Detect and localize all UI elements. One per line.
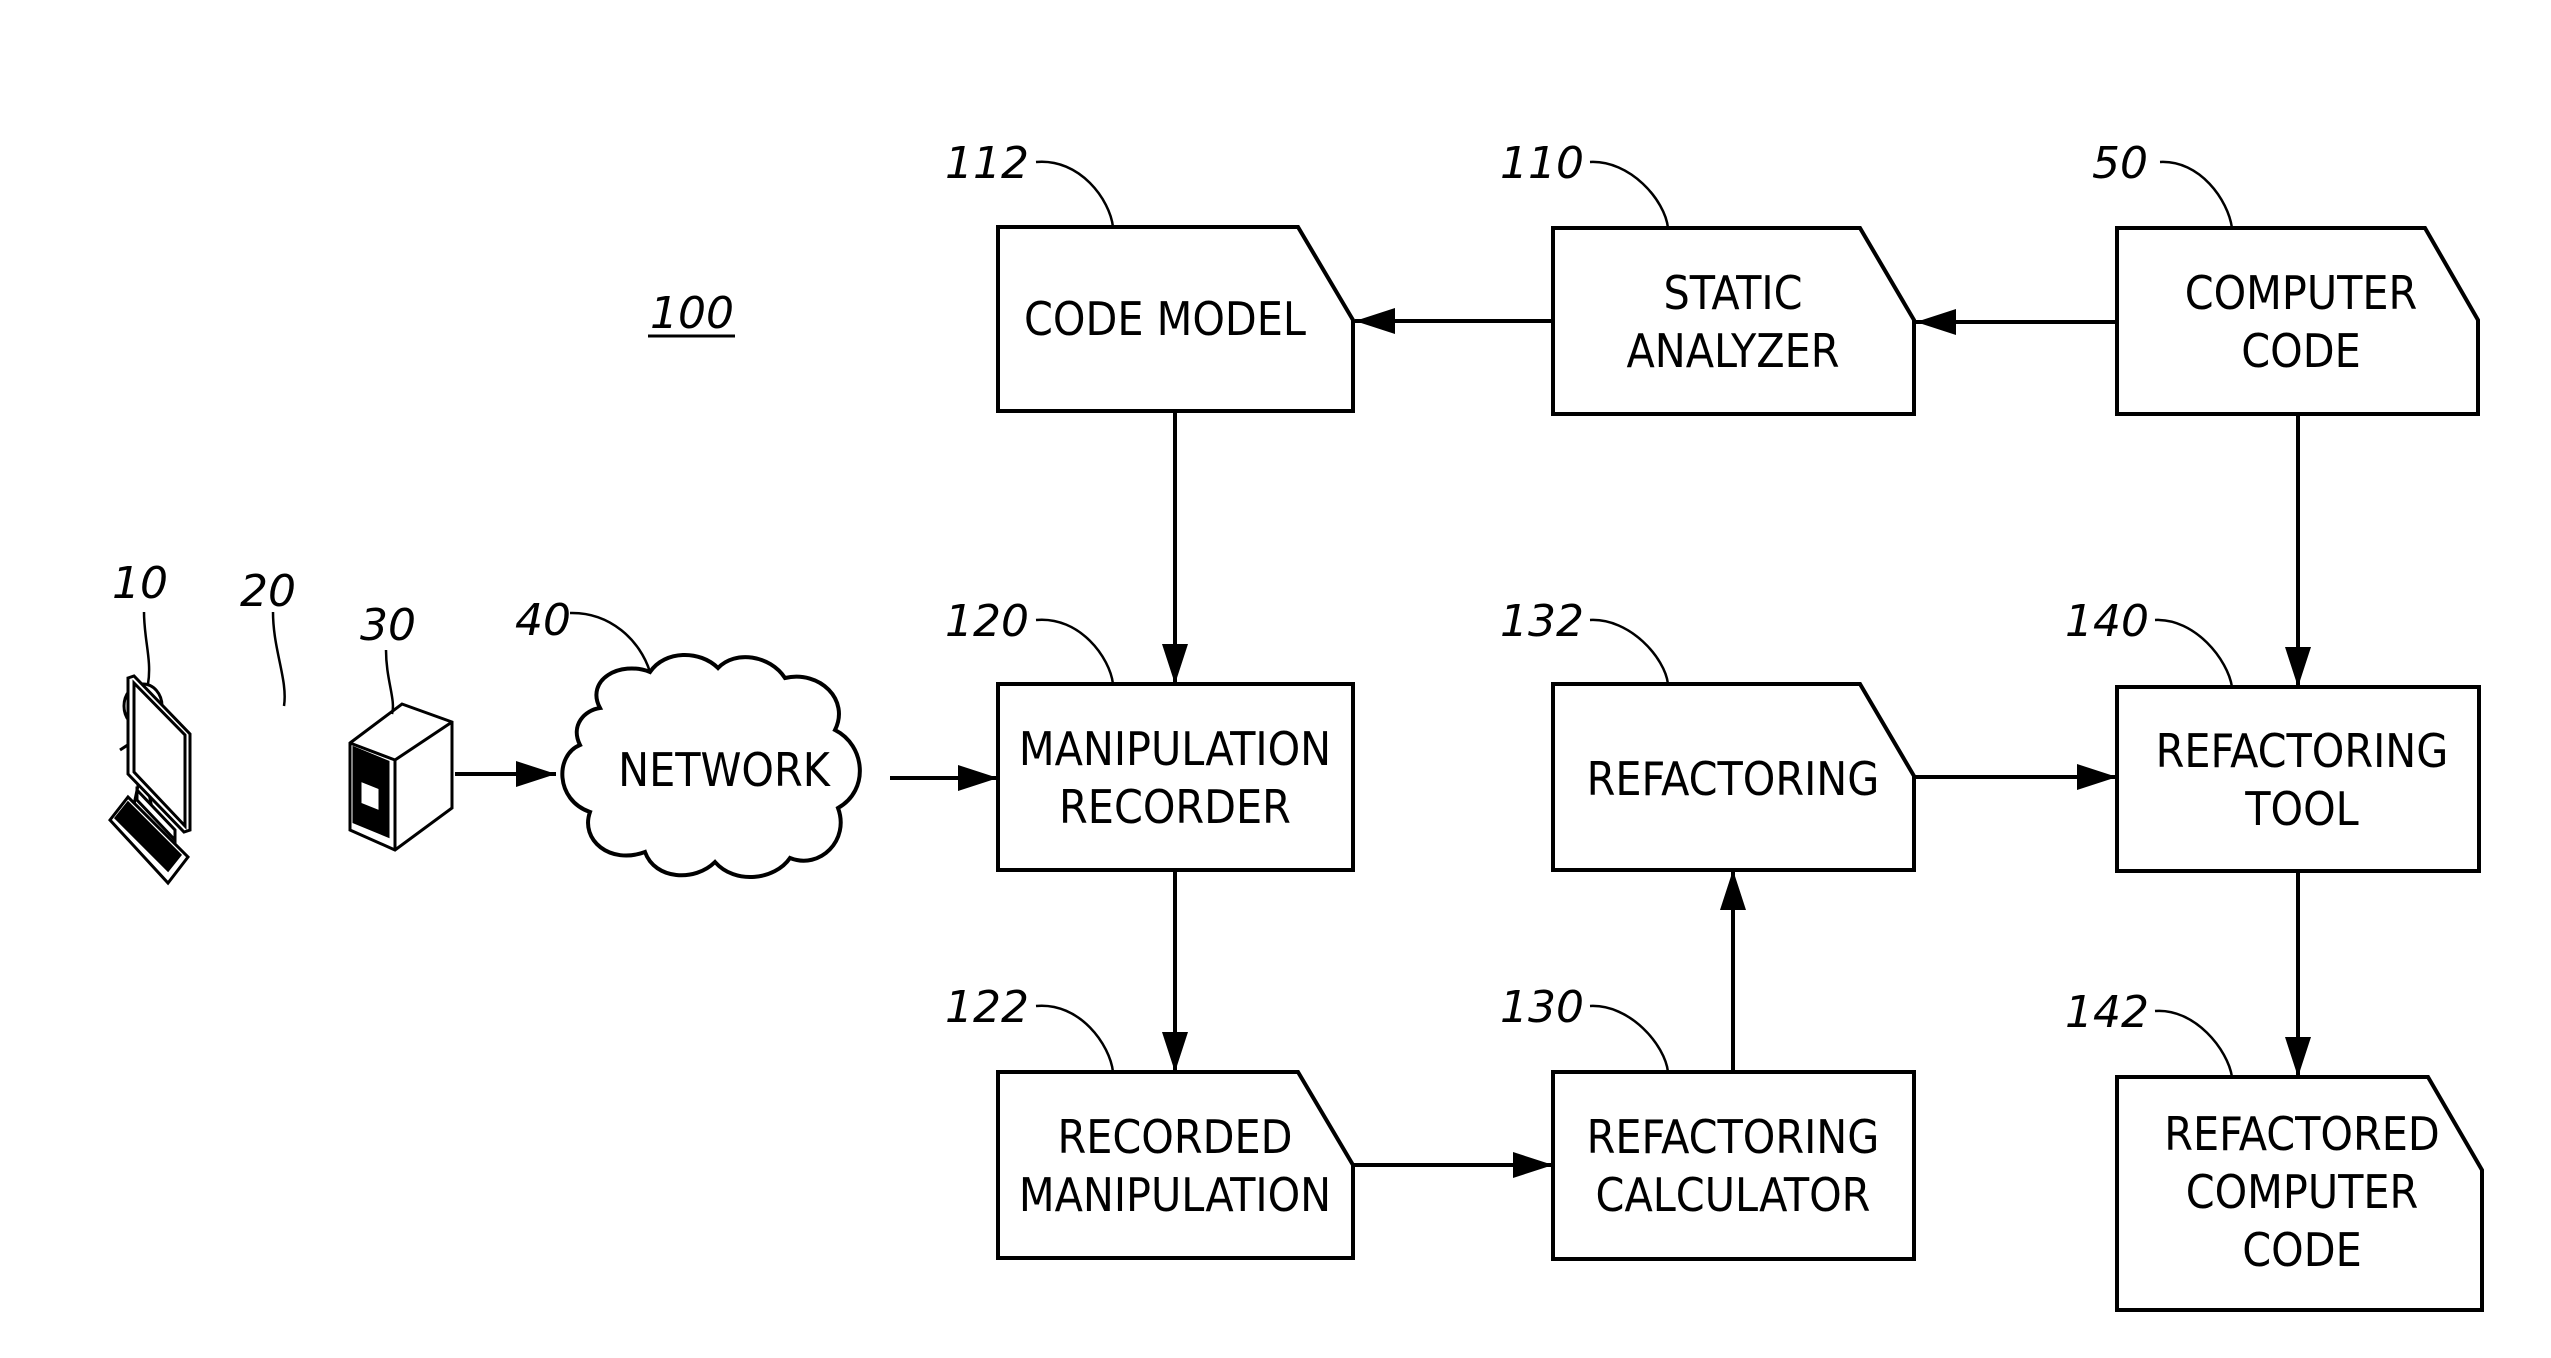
block-static-analyzer-line2: ANALYZER xyxy=(1627,324,1840,378)
ref-140: 140 xyxy=(2065,596,2234,688)
ref-30: 30 xyxy=(360,600,416,715)
block-static-analyzer: STATIC ANALYZER xyxy=(1551,226,1916,416)
block-refactored-line1: REFACTORED xyxy=(2164,1107,2439,1161)
block-refactored-computer-code: REFACTORED COMPUTER CODE xyxy=(2115,1075,2484,1312)
block-computer-code: COMPUTER CODE xyxy=(2115,226,2480,416)
svg-text:20: 20 xyxy=(240,566,296,617)
block-recorded-manipulation-line1: RECORDED xyxy=(1057,1110,1292,1164)
svg-text:10: 10 xyxy=(112,558,168,609)
block-refactored-line3: CODE xyxy=(2242,1223,2362,1277)
network-cloud-icon: NETWORK xyxy=(560,653,862,879)
block-recorded-manipulation-line2: MANIPULATION xyxy=(1019,1168,1331,1222)
block-code-model: CODE MODEL xyxy=(996,225,1355,413)
block-refactoring-label: REFACTORING xyxy=(1587,752,1880,806)
block-refactoring: REFACTORING xyxy=(1551,682,1916,872)
ref-40: 40 xyxy=(515,595,652,673)
svg-text:130: 130 xyxy=(1500,982,1584,1033)
block-manipulation-recorder-line1: MANIPULATION xyxy=(1019,722,1331,776)
ref-112: 112 xyxy=(945,138,1115,228)
ref-132: 132 xyxy=(1500,596,1670,685)
block-manipulation-recorder: MANIPULATION RECORDER xyxy=(996,682,1355,872)
patent-diagram: 100 CODE MODEL STATIC ANALYZER COMPUTER … xyxy=(0,0,2551,1358)
svg-text:120: 120 xyxy=(945,596,1029,647)
svg-text:50: 50 xyxy=(2092,138,2148,189)
ref-142: 142 xyxy=(2065,987,2234,1078)
svg-text:112: 112 xyxy=(945,138,1029,189)
ref-110: 110 xyxy=(1500,138,1670,229)
block-refactored-line2: COMPUTER xyxy=(2186,1165,2419,1219)
block-refactoring-calculator: REFACTORING CALCULATOR xyxy=(1551,1070,1916,1261)
block-static-analyzer-line1: STATIC xyxy=(1663,266,1802,320)
block-refactoring-calculator-line2: CALCULATOR xyxy=(1596,1168,1871,1222)
svg-text:110: 110 xyxy=(1500,138,1584,189)
block-computer-code-line1: COMPUTER xyxy=(2185,266,2418,320)
ref-10: 10 xyxy=(112,558,168,685)
block-code-model-label: CODE MODEL xyxy=(1024,292,1306,346)
ref-130: 130 xyxy=(1500,982,1670,1073)
network-label: NETWORK xyxy=(618,743,832,797)
block-recorded-manipulation: RECORDED MANIPULATION xyxy=(996,1070,1355,1260)
block-refactoring-calculator-line1: REFACTORING xyxy=(1587,1110,1880,1164)
ref-120: 120 xyxy=(945,596,1115,685)
ref-122: 122 xyxy=(945,982,1115,1073)
svg-text:40: 40 xyxy=(515,595,571,646)
ref-50: 50 xyxy=(2092,138,2234,229)
figure-label: 100 xyxy=(650,288,734,339)
computer-tower-icon xyxy=(348,702,454,852)
svg-text:132: 132 xyxy=(1500,596,1584,647)
svg-text:142: 142 xyxy=(2065,987,2149,1038)
svg-text:30: 30 xyxy=(360,600,416,651)
block-refactoring-tool-line1: REFACTORING xyxy=(2156,724,2449,778)
svg-text:122: 122 xyxy=(945,982,1029,1033)
terminal-icon xyxy=(108,674,192,886)
diagram-svg: 100 CODE MODEL STATIC ANALYZER COMPUTER … xyxy=(108,138,2484,1312)
block-refactoring-tool: REFACTORING TOOL xyxy=(2115,685,2481,873)
block-computer-code-line2: CODE xyxy=(2241,324,2361,378)
svg-text:140: 140 xyxy=(2065,596,2149,647)
block-manipulation-recorder-line2: RECORDER xyxy=(1059,780,1291,834)
block-refactoring-tool-line2: TOOL xyxy=(2244,782,2358,836)
ref-20: 20 xyxy=(240,566,296,707)
